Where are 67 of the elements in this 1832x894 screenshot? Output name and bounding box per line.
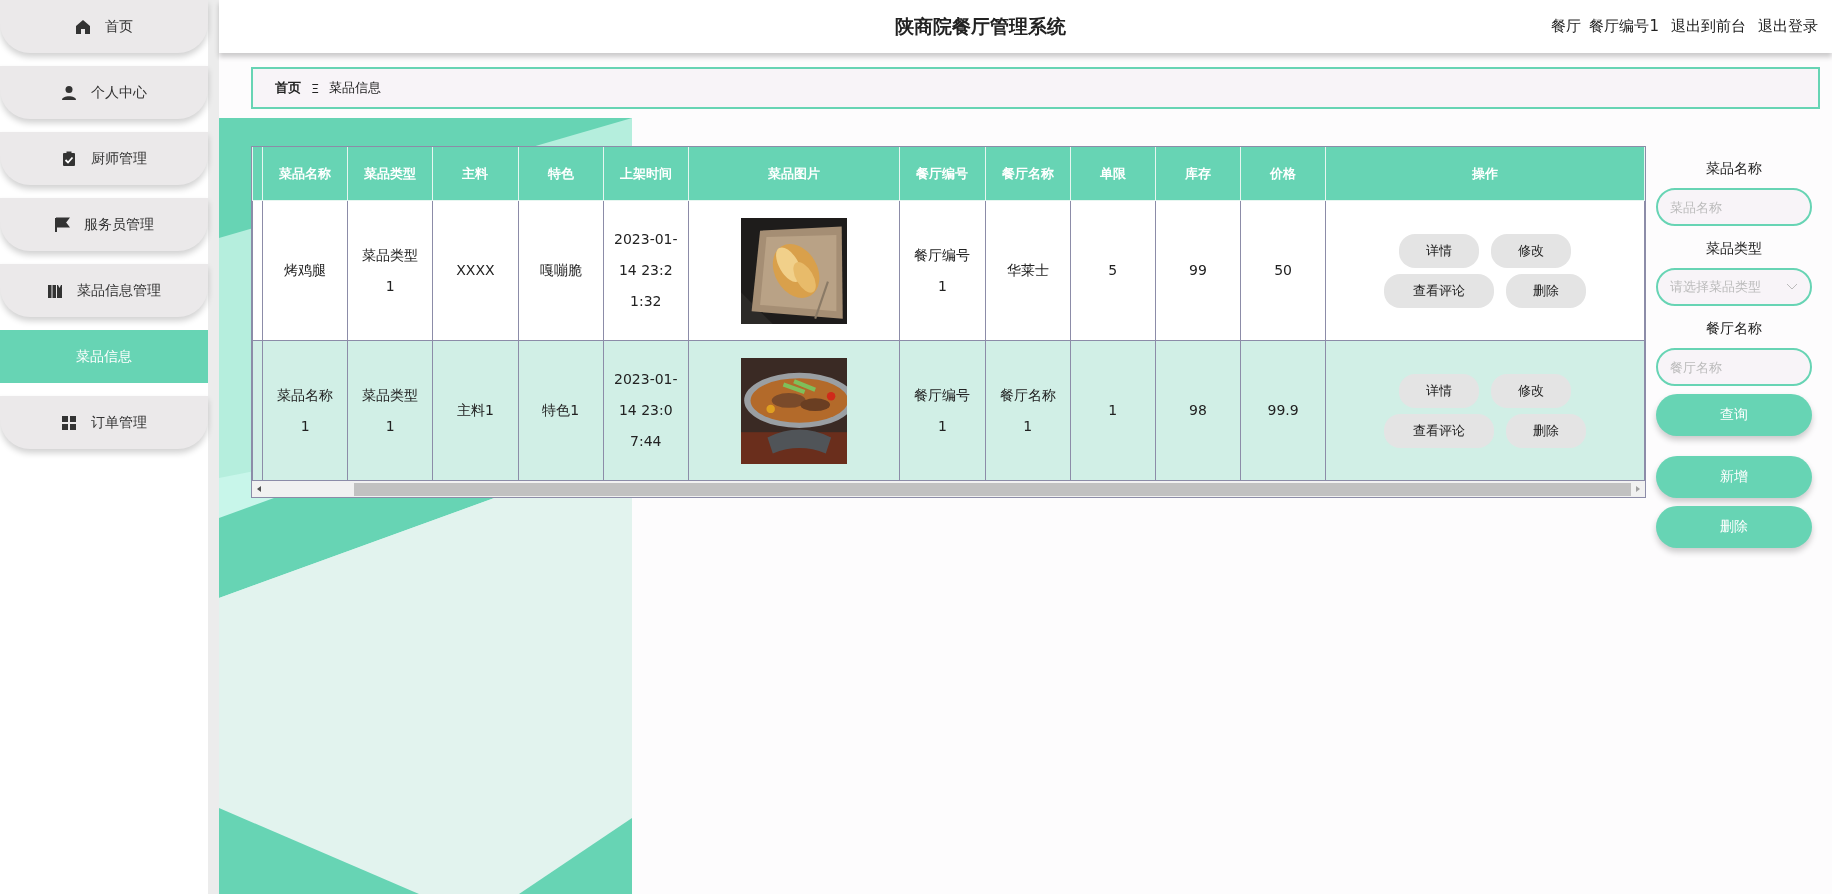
table-cell: 5 [1070, 200, 1156, 341]
app-title: 陕商院餐厅管理系统 [893, 13, 1067, 39]
horizontal-scrollbar[interactable] [252, 481, 1645, 497]
header-link[interactable]: 退出登录 [1758, 17, 1818, 36]
table-cell: 2023-01-14 23:07:44 [603, 340, 689, 481]
table-cell: 2023-01-14 23:21:32 [603, 200, 689, 341]
flag-icon [54, 216, 70, 233]
column-header: 主料 [432, 147, 519, 201]
table-cell: 华莱士 [985, 200, 1071, 341]
column-header: 餐厅编号 [899, 147, 985, 201]
action-button[interactable]: 查看评论 [1384, 413, 1495, 448]
table-cell: 98 [1155, 340, 1241, 481]
column-header: 特色 [518, 147, 604, 201]
action-button[interactable]: 修改 [1491, 233, 1572, 268]
column-header: 操作 [1325, 147, 1645, 201]
grid-icon [61, 414, 77, 431]
column-header: 菜品图片 [688, 147, 900, 201]
column-header: 餐厅名称 [985, 147, 1071, 201]
sidebar-item[interactable]: 订单管理 [0, 396, 208, 449]
table-cell: XXXX [432, 200, 519, 341]
field-label: 菜品类型 [1705, 240, 1763, 258]
action-button[interactable]: 删除 [1506, 273, 1587, 308]
column-header: 菜品类型 [347, 147, 433, 201]
table-cell: 99 [1155, 200, 1241, 341]
breadcrumb-link[interactable]: 首页 [275, 79, 301, 97]
table-cell: 1 [1070, 340, 1156, 481]
field-label: 菜品名称 [1705, 160, 1763, 178]
column-header: 菜品名称 [262, 147, 348, 201]
header-link[interactable]: 退出到前台 [1671, 17, 1746, 36]
field-label: 餐厅名称 [1705, 320, 1763, 338]
table-cell: 特色1 [518, 340, 604, 481]
sidebar-item[interactable]: 菜品信息管理 [0, 264, 208, 317]
column-header: 上架时间 [603, 147, 689, 201]
action-button[interactable]: 查看评论 [1384, 273, 1495, 308]
user-icon [61, 84, 77, 101]
table-cell: 50 [1240, 200, 1326, 341]
action-button[interactable]: 详情 [1399, 233, 1480, 268]
table-cell: 菜品类型1 [347, 200, 433, 341]
user-label: 餐厅 [1551, 17, 1582, 36]
column-header: 单限 [1070, 147, 1156, 201]
table-cell: 餐厅名称1 [985, 340, 1071, 481]
table-cell: 烤鸡腿 [262, 200, 348, 341]
column-header: 价格 [1240, 147, 1326, 201]
table-cell: 菜品类型1 [347, 340, 433, 481]
table-cell: 餐厅编号1 [899, 200, 985, 341]
clipboard-icon [61, 150, 77, 167]
sidebar-item[interactable]: 首页 [0, 0, 208, 53]
column-header: 库存 [1155, 147, 1241, 201]
table-cell: 餐厅编号1 [899, 340, 985, 481]
sidebar-item[interactable]: 服务员管理 [0, 198, 208, 251]
books-icon [47, 282, 63, 299]
user-label: 餐厅编号1 [1589, 17, 1659, 36]
sidebar-item[interactable]: 厨师管理 [0, 132, 208, 185]
chevron-down-icon [1786, 283, 1798, 291]
sidebar-item[interactable]: 个人中心 [0, 66, 208, 119]
input-field[interactable]: 餐厅名称 [1656, 348, 1812, 386]
table-cell: 嘎嘣脆 [518, 200, 604, 341]
action-button[interactable]: 删除 [1506, 413, 1587, 448]
table-cell: 菜品名称1 [262, 340, 348, 481]
table-cell: 99.9 [1240, 340, 1326, 481]
action-button[interactable]: 修改 [1491, 373, 1572, 408]
table-cell: 主料1 [432, 340, 519, 481]
home-icon [75, 18, 91, 35]
breadcrumb-separator: Ξ [311, 80, 320, 96]
input-field[interactable]: 菜品名称 [1656, 188, 1812, 226]
breadcrumb-current: 菜品信息 [329, 79, 382, 97]
action-button[interactable]: 详情 [1399, 373, 1480, 408]
